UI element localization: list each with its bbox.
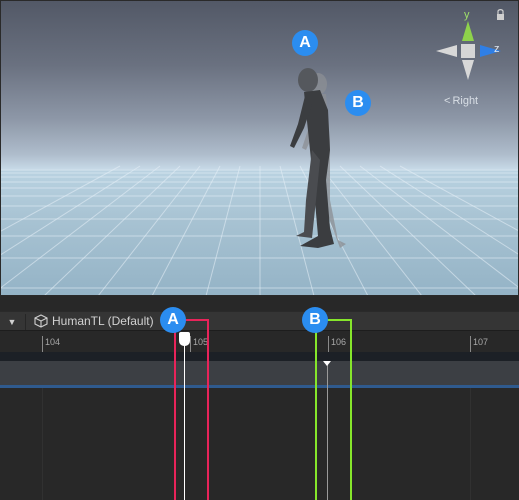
timeline-asset-name: HumanTL (Default) [52,314,154,328]
grid-line [42,388,43,500]
divider [25,314,26,330]
gizmo-z-label: z [494,43,500,55]
character-model [290,68,334,248]
track-area[interactable] [0,388,519,500]
timeline-panel: ▼ HumanTL (Default) 104 105 106 107 A B [0,296,519,500]
timeline-callout-b: B [302,307,328,333]
timeline-asset-selector[interactable]: HumanTL (Default) [34,314,154,328]
timeline-menu-dropdown[interactable]: ▼ [0,312,24,332]
view-direction-label: Right [452,95,479,107]
triangle-down-icon: ▼ [7,317,17,327]
scene-canvas [0,9,519,296]
gizmo-y-label: y [464,9,470,21]
callout-b: B [345,90,371,116]
chevron-left-icon: < [444,95,451,107]
animation-track[interactable] [0,361,519,385]
track-header-band [0,352,519,361]
time-ruler[interactable]: 104 105 106 107 [0,332,519,352]
ruler-label: 107 [473,337,489,347]
ruler-tick [470,336,471,352]
ruler-tick [42,336,43,352]
timeline-header: ▼ HumanTL (Default) [0,311,519,331]
bracket-b [315,319,352,500]
callout-a: A [292,30,318,56]
bracket-a [174,319,209,500]
ground-grid [0,165,519,296]
scene-view[interactable]: y z < Right A B [0,0,519,296]
grid-line [470,388,471,500]
cube-icon [34,314,48,328]
timeline-callout-a: A [160,307,186,333]
ruler-label: 104 [45,337,61,347]
gizmo-view-label[interactable]: < Right [444,95,478,107]
